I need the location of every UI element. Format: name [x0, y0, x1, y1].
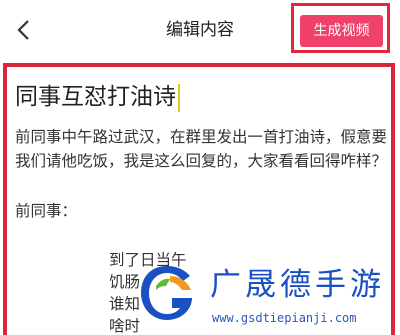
intro-paragraph: 前同事中午路过武汉，在群里发出一首打油诗，假意要我们请他吃饭，我是这么回复的，大… [15, 128, 388, 170]
document-title[interactable]: 同事互怼打油诗 [15, 79, 180, 115]
back-button[interactable] [10, 16, 36, 44]
watermark: 广晟德手游 www.gsdtiepianji.com [132, 262, 400, 335]
document-intro[interactable]: 前同事中午路过武汉，在群里发出一首打油诗，假意要我们请他吃饭，我是这么回复的，大… [15, 125, 387, 173]
top-bar: 编辑内容 生成视频 [0, 0, 400, 62]
sender-label: 前同事： [15, 202, 78, 220]
text-cursor [178, 83, 180, 112]
watermark-brand-text: 广晟德手游 [210, 267, 385, 303]
chevron-left-icon [17, 20, 29, 40]
brand-logo-icon [141, 266, 192, 320]
watermark-url: www.gsdtiepianji.com [212, 311, 357, 325]
generate-video-button[interactable]: 生成视频 [300, 15, 383, 47]
document-title-text: 同事互怼打油诗 [15, 84, 176, 110]
